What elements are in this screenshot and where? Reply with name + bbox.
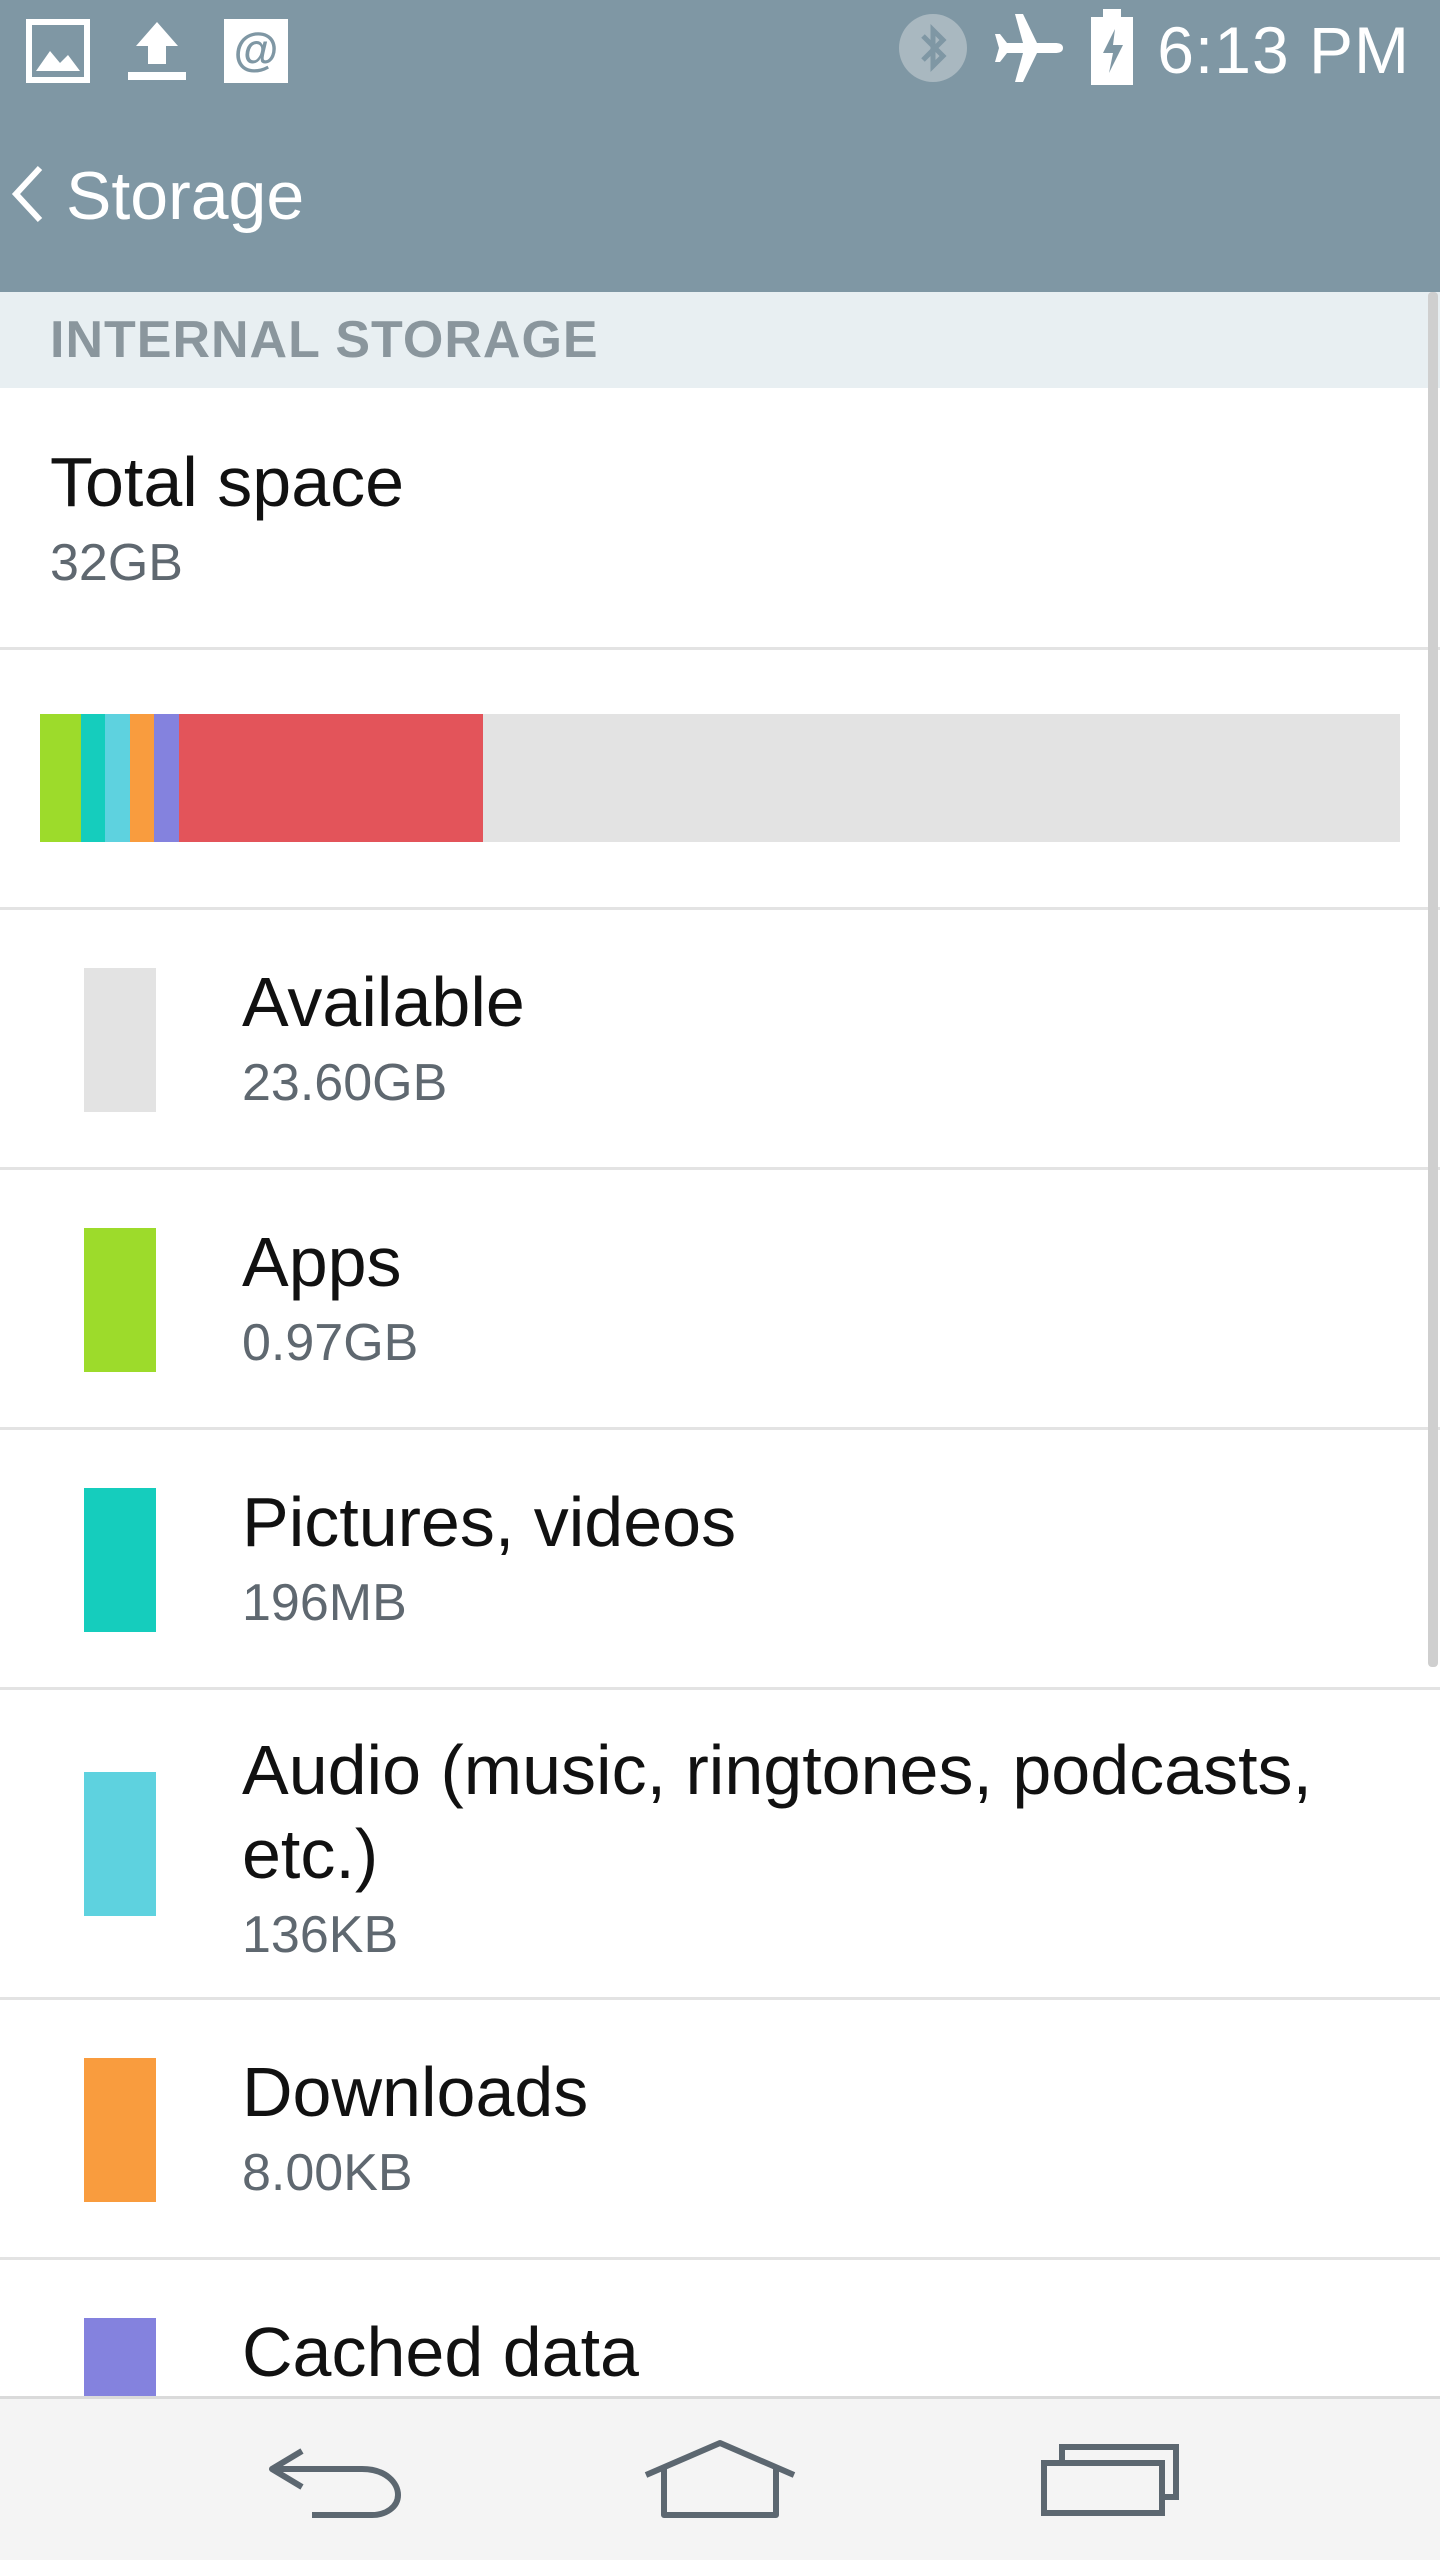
page-title: Storage bbox=[66, 158, 305, 234]
section-header: INTERNAL STORAGE bbox=[0, 292, 1440, 388]
upload-icon bbox=[124, 18, 190, 89]
usage-segment-miscellaneous bbox=[178, 714, 484, 842]
notification-icons: @ bbox=[26, 18, 288, 89]
navigation-bar bbox=[0, 2396, 1440, 2560]
battery-charging-icon bbox=[1089, 8, 1135, 92]
item-label: Downloads bbox=[242, 2053, 589, 2131]
gallery-icon bbox=[26, 19, 90, 88]
back-button[interactable]: Storage bbox=[0, 100, 304, 292]
recent-apps-icon[interactable] bbox=[1030, 2429, 1190, 2529]
status-bar: @ 6:13 PM bbox=[0, 0, 1440, 100]
item-value: 136KB bbox=[242, 1906, 399, 1964]
item-value: 0.97GB bbox=[242, 1314, 419, 1372]
usage-bar-row bbox=[0, 650, 1440, 910]
usage-segment-cached-data bbox=[154, 714, 179, 842]
item-label: Cached data bbox=[242, 2313, 639, 2391]
svg-text:@: @ bbox=[234, 23, 279, 75]
usage-segment-apps bbox=[40, 714, 81, 842]
bluetooth-icon bbox=[897, 12, 969, 89]
color-swatch bbox=[84, 1772, 156, 1916]
list-item-audio[interactable]: Audio (music, ringtones, podcasts, etc.)… bbox=[0, 1690, 1440, 2000]
action-bar: Storage bbox=[0, 100, 1440, 292]
system-icons: 6:13 PM bbox=[897, 8, 1410, 92]
color-swatch bbox=[84, 968, 156, 1112]
list-item-apps[interactable]: Apps 0.97GB bbox=[0, 1170, 1440, 1430]
usage-segment-downloads bbox=[129, 714, 155, 842]
item-label: Apps bbox=[242, 1223, 402, 1301]
list-item-pictures-videos[interactable]: Pictures, videos 196MB bbox=[0, 1430, 1440, 1690]
list-item-downloads[interactable]: Downloads 8.00KB bbox=[0, 2000, 1440, 2260]
total-space-label: Total space bbox=[50, 443, 405, 521]
list-item-available[interactable]: Available 23.60GB bbox=[0, 910, 1440, 1170]
usage-segment-audio bbox=[105, 714, 130, 842]
chevron-left-icon[interactable] bbox=[8, 164, 48, 229]
clock: 6:13 PM bbox=[1157, 13, 1410, 87]
item-label: Audio (music, ringtones, podcasts, etc.) bbox=[242, 1731, 1312, 1893]
storage-usage-bar bbox=[40, 714, 1400, 842]
item-value: 23.60GB bbox=[242, 1054, 448, 1112]
usage-segment-pictures-videos bbox=[80, 714, 106, 842]
home-icon[interactable] bbox=[640, 2429, 800, 2529]
storage-list: INTERNAL STORAGE Total space 32GB Availa… bbox=[0, 292, 1440, 2396]
item-label: Pictures, videos bbox=[242, 1483, 737, 1561]
scrollbar[interactable] bbox=[1428, 292, 1438, 1667]
email-icon: @ bbox=[224, 19, 288, 88]
color-swatch bbox=[84, 2318, 156, 2396]
item-value: 8.00KB bbox=[242, 2144, 413, 2202]
total-space-value: 32GB bbox=[50, 534, 183, 592]
airplane-icon bbox=[991, 10, 1067, 91]
back-icon[interactable] bbox=[252, 2429, 412, 2529]
list-item-cached-data[interactable]: Cached data bbox=[0, 2260, 1440, 2396]
total-space-row: Total space 32GB bbox=[0, 388, 1440, 650]
color-swatch bbox=[84, 1488, 156, 1632]
item-value: 196MB bbox=[242, 1574, 407, 1632]
color-swatch bbox=[84, 2058, 156, 2202]
color-swatch bbox=[84, 1228, 156, 1372]
item-label: Available bbox=[242, 963, 525, 1041]
